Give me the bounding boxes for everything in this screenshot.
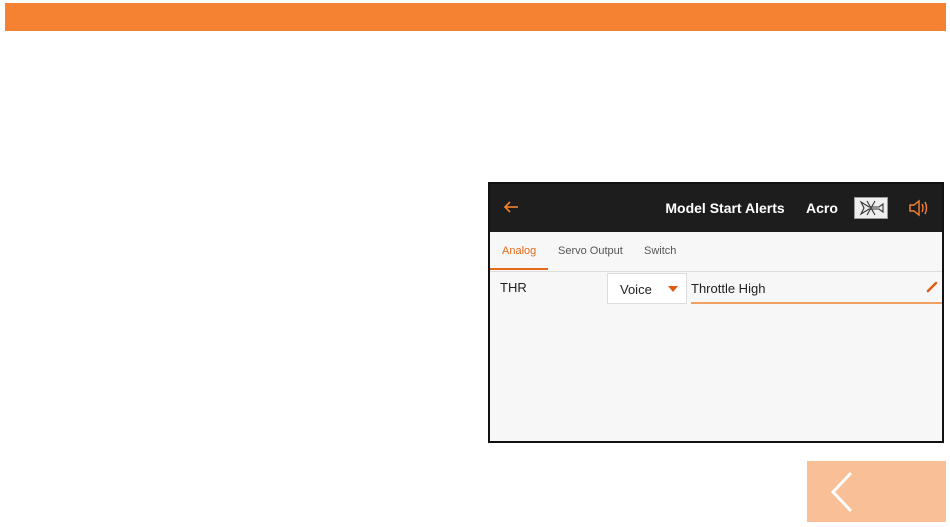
model-name: Acro [806, 200, 838, 216]
screen-title: Model Start Alerts [665, 200, 785, 216]
back-arrow-icon[interactable] [502, 197, 522, 217]
alert-text-value: Throttle High [691, 281, 766, 296]
alert-type-select[interactable]: Voice [607, 273, 687, 304]
alert-text-field[interactable]: Throttle High [691, 273, 942, 304]
alert-type-value: Voice [620, 282, 652, 297]
app-header: Model Start Alerts Acro [490, 184, 942, 232]
speaker-icon[interactable] [908, 198, 930, 218]
tab-servo-output[interactable]: Servo Output [558, 232, 623, 271]
page-back-button[interactable] [807, 461, 946, 522]
airplane-icon [854, 197, 888, 219]
top-accent-bar [5, 3, 946, 31]
chevron-left-icon [830, 471, 853, 513]
caret-down-icon [668, 286, 678, 292]
tab-bar: Analog Servo Output Switch [490, 232, 942, 271]
active-tab-indicator [490, 268, 548, 270]
transmitter-screen: Model Start Alerts Acro Analog Servo Out… [488, 182, 944, 443]
alert-row: THR Voice Throttle High [490, 272, 942, 306]
pencil-icon[interactable] [925, 280, 939, 294]
tab-switch[interactable]: Switch [644, 232, 676, 271]
channel-label: THR [500, 280, 527, 295]
tab-analog[interactable]: Analog [502, 232, 536, 271]
